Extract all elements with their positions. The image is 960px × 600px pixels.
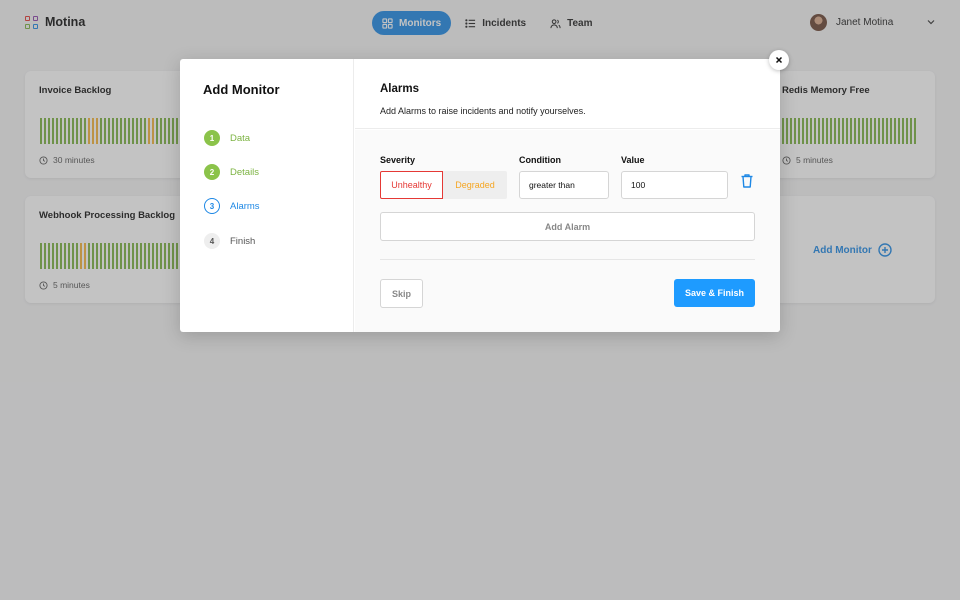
trash-icon[interactable] — [740, 173, 754, 189]
severity-label: Severity — [380, 155, 416, 165]
divider — [380, 259, 755, 260]
severity-toggle: Unhealthy Degraded — [380, 171, 507, 199]
step-number: 1 — [204, 130, 220, 146]
step-label: Finish — [230, 235, 256, 247]
section-title: Alarms — [380, 83, 419, 95]
step-label: Data — [230, 132, 251, 144]
modal-content: Alarms Add Alarms to raise incidents and… — [355, 59, 780, 332]
condition-label: Condition — [519, 155, 561, 165]
add-monitor-modal: Add Monitor 1 Data 2 Details 3 Alarms 4 … — [180, 59, 780, 332]
severity-option-unhealthy[interactable]: Unhealthy — [380, 171, 443, 199]
modal-title: Add Monitor — [203, 82, 280, 97]
skip-button[interactable]: Skip — [380, 279, 423, 308]
condition-select[interactable]: greater than — [519, 171, 609, 199]
section-description: Add Alarms to raise incidents and notify… — [380, 106, 586, 116]
step-label: Details — [230, 166, 260, 178]
value-label: Value — [621, 155, 645, 165]
alarm-form: Severity Condition Value Unhealthy Degra… — [355, 130, 780, 332]
step-data[interactable]: 1 Data — [204, 130, 250, 146]
modal-sidebar: Add Monitor 1 Data 2 Details 3 Alarms 4 … — [180, 59, 354, 332]
step-alarms[interactable]: 3 Alarms — [204, 198, 260, 214]
add-alarm-button[interactable]: Add Alarm — [380, 212, 755, 241]
step-number: 2 — [204, 164, 220, 180]
step-details[interactable]: 2 Details — [204, 164, 259, 180]
step-number: 4 — [204, 233, 220, 249]
step-number: 3 — [204, 198, 220, 214]
close-icon — [775, 56, 783, 64]
save-finish-button[interactable]: Save & Finish — [674, 279, 755, 307]
severity-option-degraded[interactable]: Degraded — [443, 171, 507, 199]
step-label: Alarms — [230, 200, 260, 212]
step-finish[interactable]: 4 Finish — [204, 233, 255, 249]
value-input[interactable]: 100 — [621, 171, 728, 199]
section-header: Alarms Add Alarms to raise incidents and… — [355, 59, 780, 129]
close-button[interactable] — [769, 50, 789, 70]
